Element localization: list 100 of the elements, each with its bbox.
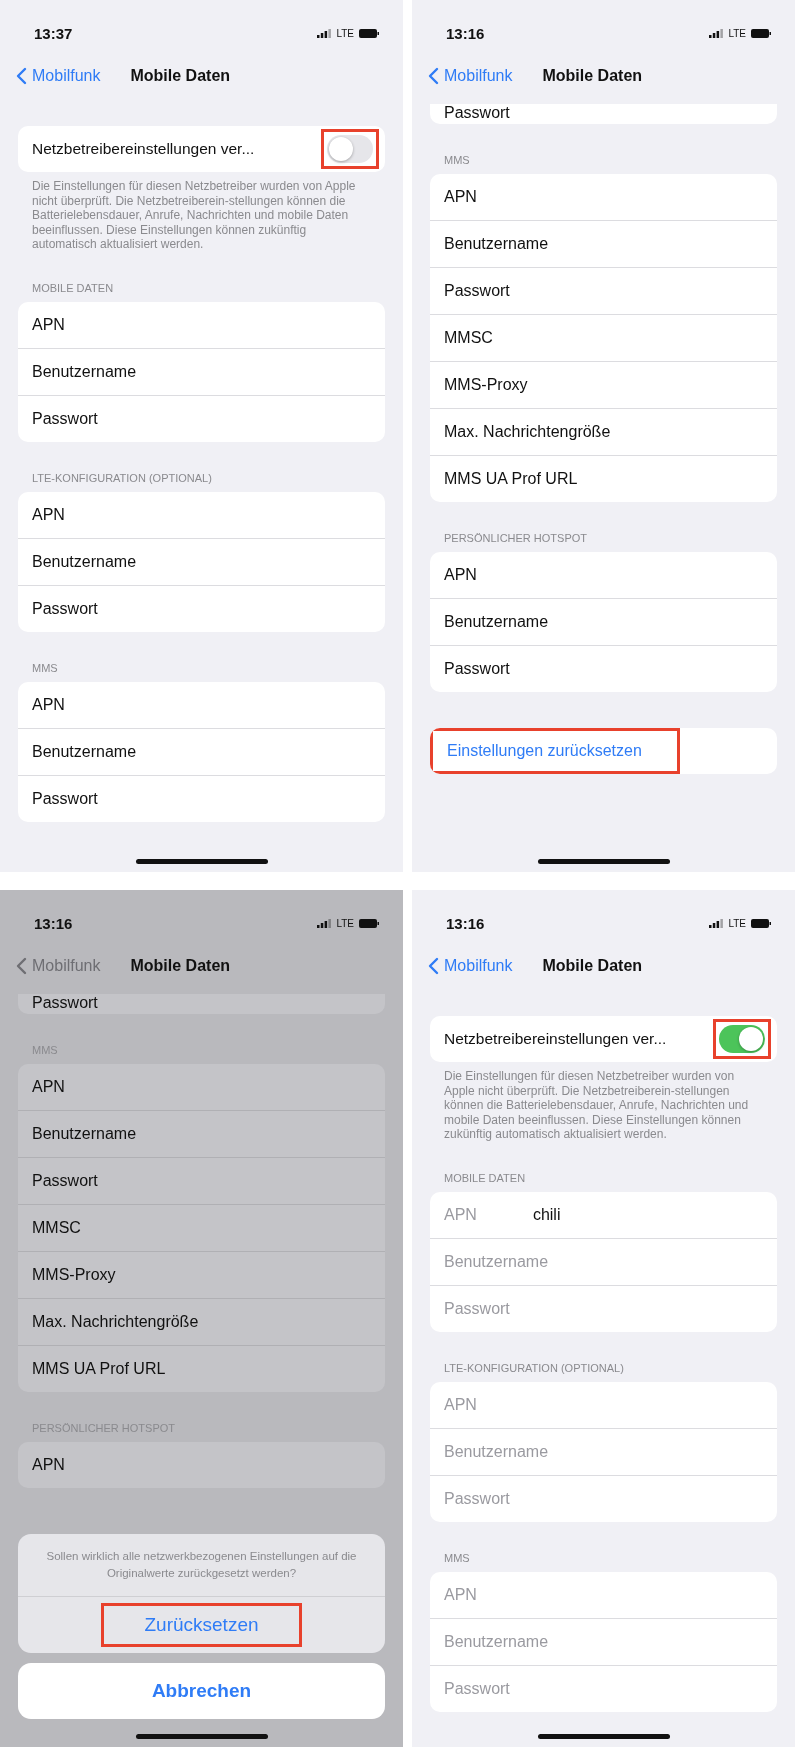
network-label: LTE [728,917,746,929]
settings-row[interactable]: MMSC [18,1204,385,1251]
status-time: 13:16 [34,914,73,932]
footnote-text: Die Einstellungen für diesen Netzbetreiber wurden von Apple nicht überprüft. Die Netzbetreiberein-stellungen können die Batterielebensdauer, Anrufe, Nachrichten und mobile Daten beeinflussen. Diese Einstellungen können zukünftig automatisch aktualisiert werden. [444,1069,750,1142]
settings-row[interactable]: MMS-Proxy [18,1251,385,1298]
reset-link[interactable]: Einstellungen zurücksetzen [430,728,680,774]
status-time: 13:16 [446,24,485,42]
settings-row[interactable]: Max. Nachrichtengröße [430,408,777,455]
settings-row[interactable]: Passwort [430,267,777,314]
row-label: APN [444,566,477,584]
row-label: Passwort [32,994,98,1012]
row-label: Passwort [444,1679,510,1698]
row-label: MMS UA Prof URL [32,1360,166,1378]
row-label: Netzbetreibereinstellungen ver... [32,140,255,158]
chevron-left-icon [428,957,439,975]
row-label: APN [444,188,477,206]
toggle-switch[interactable] [327,135,373,163]
row-label: Passwort [32,409,98,428]
settings-row[interactable]: APN [18,491,385,538]
row-label: APN [32,1078,65,1096]
settings-row[interactable]: APN [18,1442,385,1488]
settings-row[interactable]: MMS UA Prof URL [430,455,777,502]
footnote-text: Die Einstellungen für diesen Netzbetreiber wurden von Apple nicht überprüft. Die Netzbetreiberein-stellungen können die Batterielebensdauer, Anrufe, Nachrichten und mobile Daten beeinflussen. Diese Einstellungen können zukünftig automatisch aktualisiert werden. [32,179,357,252]
settings-row[interactable]: APN [430,552,777,598]
row-label: APN [32,315,65,334]
row-label: Passwort [444,282,510,300]
settings-row[interactable]: MMSC [430,314,777,361]
signal-icon [317,28,332,38]
row-label: Benutzername [444,1442,549,1461]
row-label: MMS UA Prof URL [444,470,578,488]
settings-row[interactable]: APN [18,681,385,728]
row-label: Passwort [32,789,98,808]
signal-icon [317,918,332,928]
settings-row[interactable]: MMS-Proxy [430,361,777,408]
settings-row[interactable]: Benutzername [430,220,777,267]
row-label: MMSC [444,329,493,347]
settings-row[interactable]: Passwort [18,774,385,822]
row-label: APN [32,695,65,714]
settings-row[interactable]: Passwort [430,645,777,692]
battery-icon [751,28,771,38]
section-header: PERSÖNLICHER HOTSPOT [443,531,589,546]
row-label: APN [444,1395,477,1414]
row-label: APN [444,1205,477,1224]
network-label: LTE [336,917,354,929]
settings-row[interactable]: Passwort [18,1157,385,1204]
row-label: Passwort [444,660,510,678]
settings-row[interactable]: Max. Nachrichtengröße [18,1298,385,1345]
row-label: Max. Nachrichtengröße [444,423,611,441]
row-label: Benutzername [32,552,137,571]
row-label: MMSC [32,1219,81,1237]
section-header: LTE-KONFIGURATION (OPTIONAL) [31,470,213,486]
section-header: MMS [443,153,471,168]
settings-row[interactable]: MMS UA Prof URL [18,1345,385,1392]
status-time: 13:16 [446,914,485,932]
chevron-left-icon [16,957,27,975]
settings-row[interactable]: Passwort [18,994,385,1014]
settings-row[interactable]: APN [18,301,385,348]
screen-title: Mobile Daten [130,67,231,85]
settings-row[interactable]: APN [430,174,777,220]
chevron-left-icon [428,67,439,85]
row-label: Passwort [444,1489,510,1508]
status-time: 13:37 [34,24,73,42]
row-label: Passwort [32,1172,98,1190]
section-header: MOBILE DATEN [443,1170,527,1186]
row-label: MMS-Proxy [444,376,528,394]
row-label: Max. Nachrichtengröße [32,1313,199,1331]
screen-title: Mobile Daten [542,957,643,975]
settings-row[interactable]: Benutzername [18,537,385,585]
signal-icon [709,28,724,38]
row-label: Passwort [444,104,510,122]
row-label: APN [444,1585,477,1604]
battery-icon [359,28,379,38]
network-label: LTE [728,27,746,39]
row-label: APN [32,1456,65,1474]
row-label: Benutzername [444,1632,549,1651]
settings-row[interactable]: APN [18,1064,385,1110]
section-header: LTE-KONFIGURATION (OPTIONAL) [443,1360,625,1376]
row-label: Benutzername [32,1125,137,1143]
settings-row[interactable]: Benutzername [18,347,385,395]
row-label: Passwort [32,599,98,618]
section-header: MOBILE DATEN [31,280,115,296]
settings-row[interactable]: Benutzername [18,727,385,775]
row-label: Benutzername [32,742,137,761]
row-label: Benutzername [444,1252,549,1271]
screen-title: Mobile Daten [542,67,643,85]
settings-row[interactable]: Passwort [18,584,385,632]
battery-icon [359,918,379,928]
sheet-message: Sollen wirklich alle netzwerkbezogenen Einstellungen auf die Originalwerte zurückgesetzt werden? [18,1534,385,1597]
row-label: MMS-Proxy [32,1266,116,1284]
row-label: Netzbetreibereinstellungen ver... [444,1030,667,1048]
chevron-left-icon [16,67,27,85]
row-label: Benutzername [444,235,549,253]
settings-row[interactable]: Benutzername [18,1110,385,1157]
toggle-switch[interactable] [719,1025,765,1053]
cancel-button[interactable]: Abbrechen [18,1663,385,1719]
settings-row[interactable]: Benutzername [430,598,777,645]
settings-row[interactable]: Passwort [430,104,777,124]
settings-row[interactable]: Passwort [18,394,385,442]
row-label: Benutzername [32,362,137,381]
row-label: Passwort [444,1299,510,1318]
